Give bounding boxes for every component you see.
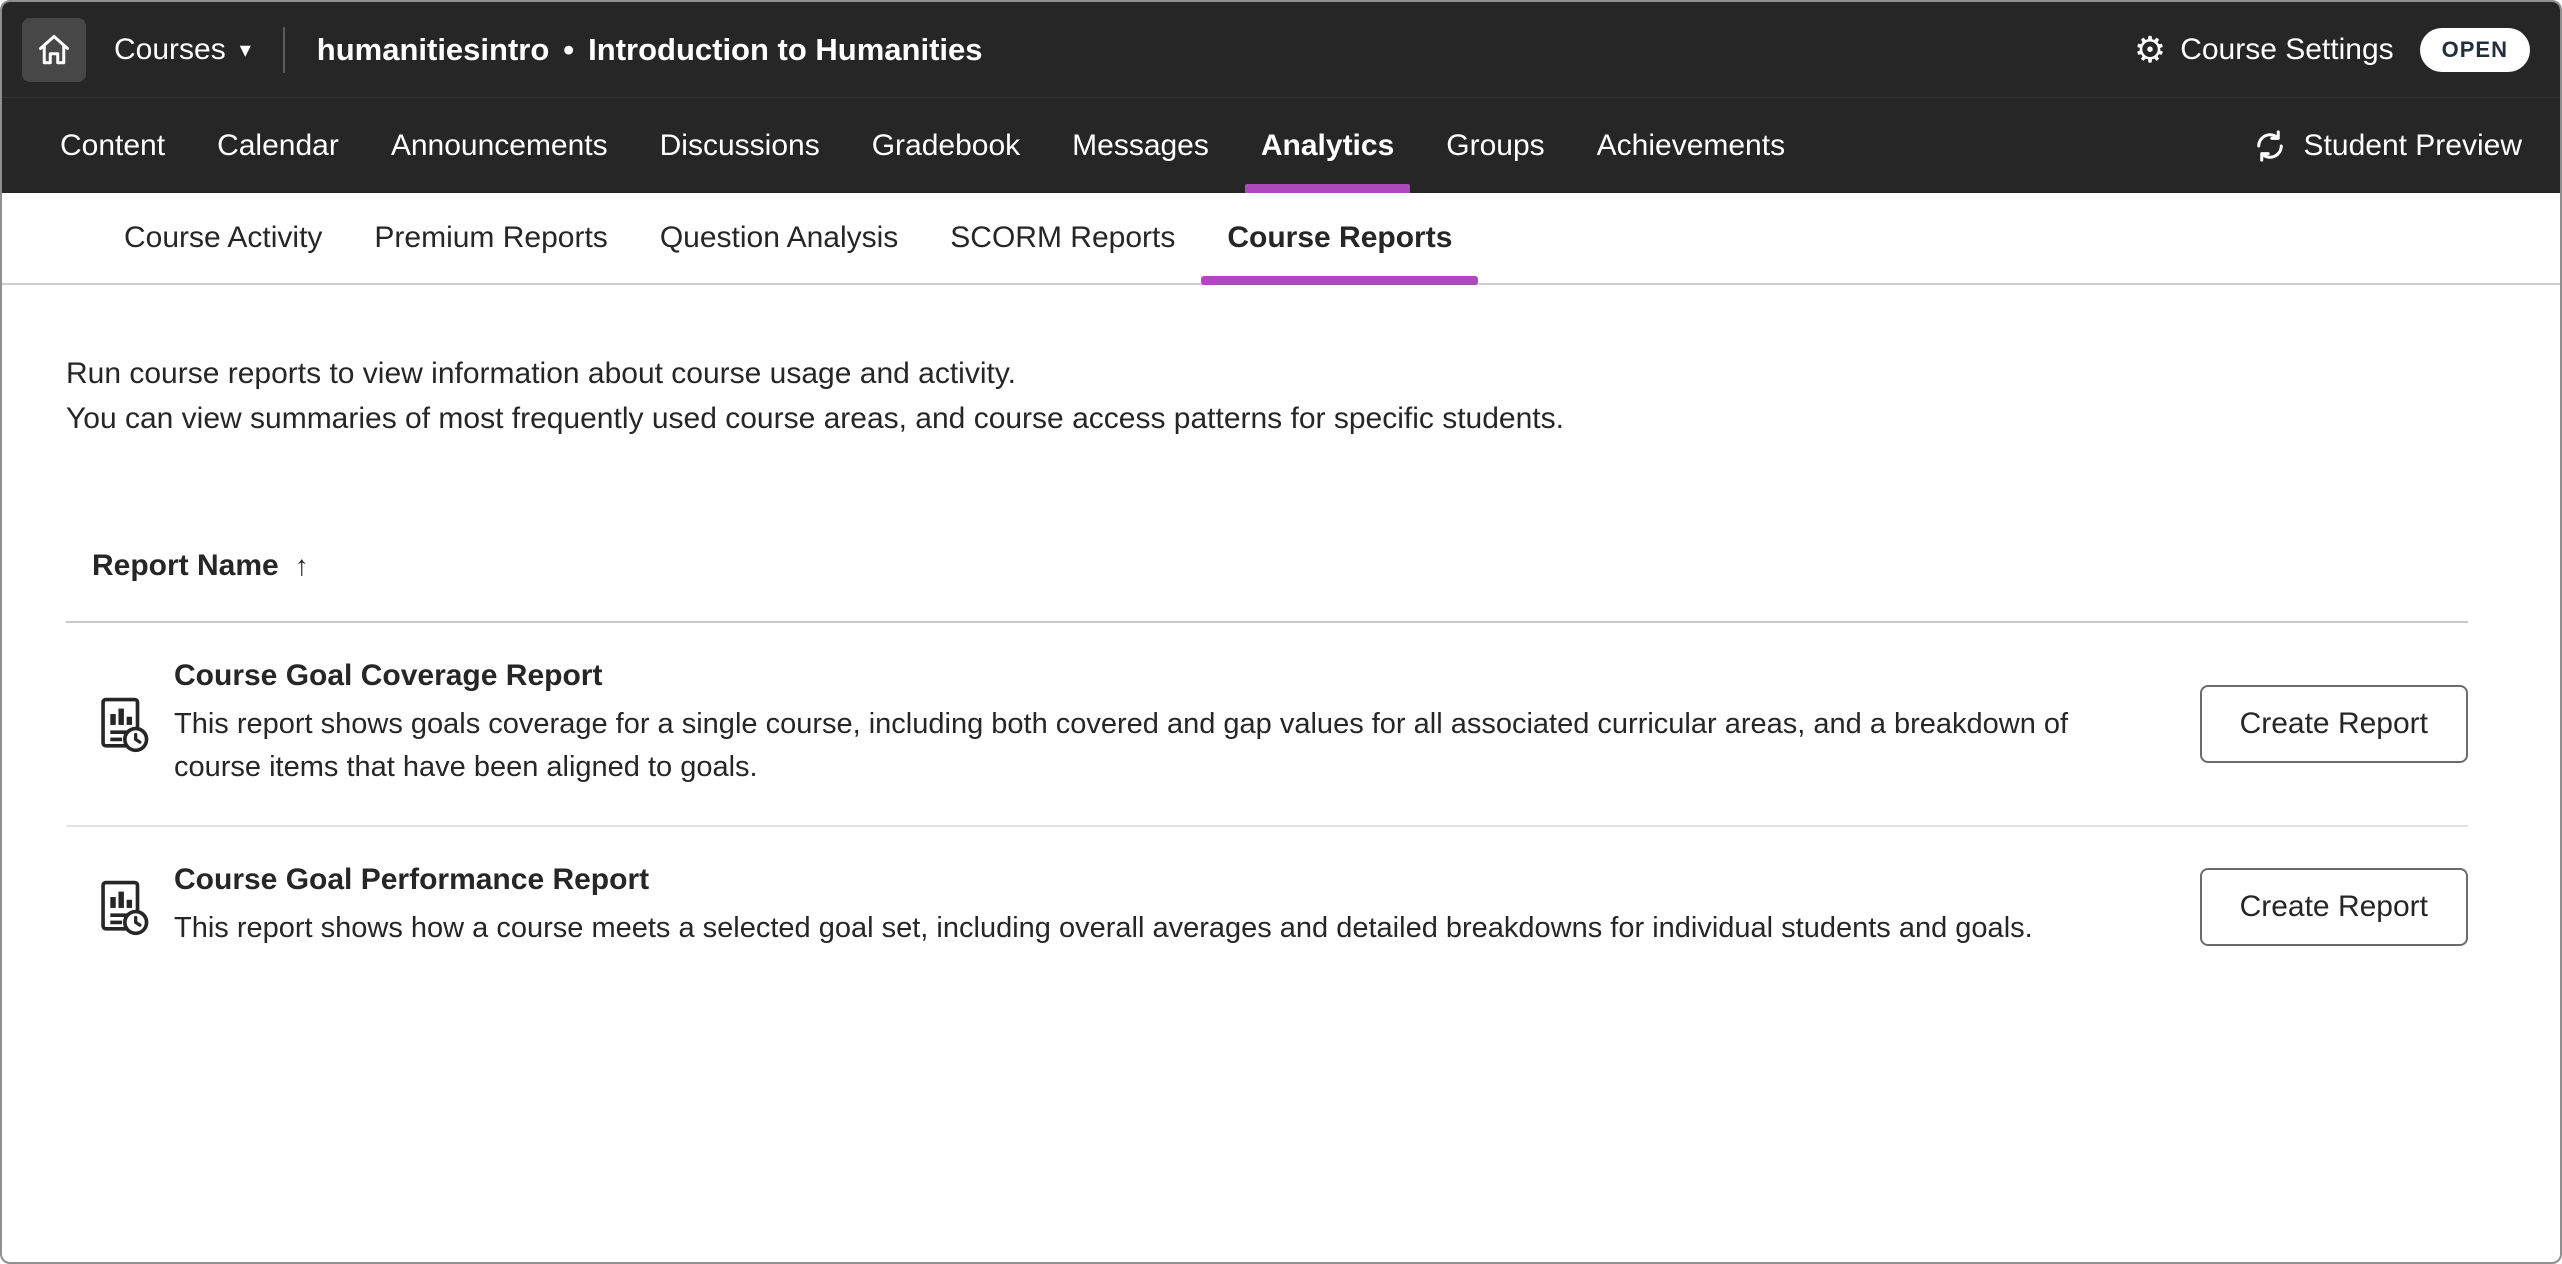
subtab-premium-reports[interactable]: Premium Reports (348, 193, 633, 283)
home-icon (36, 32, 72, 68)
courses-dropdown[interactable]: Courses ▾ (114, 33, 251, 67)
tab-analytics[interactable]: Analytics (1235, 98, 1420, 193)
report-title: Course Goal Performance Report (174, 863, 2130, 897)
topbar: Courses ▾ humanitiesintro • Introduction… (2, 2, 2560, 98)
subtab-course-reports[interactable]: Course Reports (1201, 193, 1478, 283)
subtab-course-activity[interactable]: Course Activity (98, 193, 348, 283)
course-id: humanitiesintro (317, 32, 550, 68)
course-settings-button[interactable]: ⚙ Course Settings (2134, 32, 2394, 68)
home-button[interactable] (22, 18, 86, 82)
course-window: Courses ▾ humanitiesintro • Introduction… (0, 0, 2562, 1264)
open-status-badge[interactable]: OPEN (2420, 28, 2530, 72)
breadcrumb: humanitiesintro • Introduction to Humani… (317, 32, 983, 68)
report-description: This report shows how a course meets a s… (174, 907, 2130, 950)
report-description: This report shows goals coverage for a s… (174, 703, 2130, 789)
course-reports-panel: Run course reports to view information a… (2, 285, 2560, 1262)
intro-line-1: Run course reports to view information a… (66, 351, 2468, 396)
report-document-clock-icon (94, 878, 152, 936)
chevron-down-icon: ▾ (240, 39, 251, 61)
student-preview-icon (2252, 128, 2288, 164)
subtab-question-analysis[interactable]: Question Analysis (634, 193, 924, 283)
analytics-subnav: Course Activity Premium Reports Question… (2, 193, 2560, 285)
breadcrumb-separator: • (563, 32, 574, 68)
sort-by-report-name-button[interactable]: Report Name ↑ (92, 549, 309, 583)
create-report-button-performance[interactable]: Create Report (2200, 868, 2468, 946)
tab-achievements[interactable]: Achievements (1571, 98, 1811, 193)
report-list-header: Report Name ↑ (66, 549, 2468, 583)
topbar-right: ⚙ Course Settings OPEN (2134, 28, 2530, 72)
tab-gradebook[interactable]: Gradebook (846, 98, 1046, 193)
tab-content[interactable]: Content (34, 98, 191, 193)
intro-line-2: You can view summaries of most frequentl… (66, 396, 2468, 441)
report-row-performance: Course Goal Performance Report This repo… (66, 825, 2468, 986)
report-info: Course Goal Coverage Report This report … (174, 659, 2200, 789)
report-title: Course Goal Coverage Report (174, 659, 2130, 693)
tab-discussions[interactable]: Discussions (634, 98, 846, 193)
report-row-coverage: Course Goal Coverage Report This report … (66, 623, 2468, 825)
subtab-scorm-reports[interactable]: SCORM Reports (924, 193, 1201, 283)
report-name-column-label: Report Name (92, 549, 279, 583)
tab-groups[interactable]: Groups (1420, 98, 1570, 193)
tab-calendar[interactable]: Calendar (191, 98, 365, 193)
course-nav: Content Calendar Announcements Discussio… (2, 98, 2560, 193)
topbar-divider (283, 27, 285, 73)
courses-label: Courses (114, 33, 226, 67)
sort-ascending-icon: ↑ (295, 550, 309, 582)
student-preview-label: Student Preview (2304, 129, 2522, 163)
create-report-button-coverage[interactable]: Create Report (2200, 685, 2468, 763)
course-settings-label: Course Settings (2180, 33, 2393, 67)
report-info: Course Goal Performance Report This repo… (174, 863, 2200, 950)
student-preview-button[interactable]: Student Preview (2246, 98, 2528, 193)
gear-icon: ⚙ (2134, 32, 2166, 68)
course-title: Introduction to Humanities (588, 32, 982, 68)
report-document-clock-icon (94, 695, 152, 753)
tab-messages[interactable]: Messages (1046, 98, 1235, 193)
intro-text: Run course reports to view information a… (66, 351, 2468, 441)
tab-announcements[interactable]: Announcements (365, 98, 634, 193)
